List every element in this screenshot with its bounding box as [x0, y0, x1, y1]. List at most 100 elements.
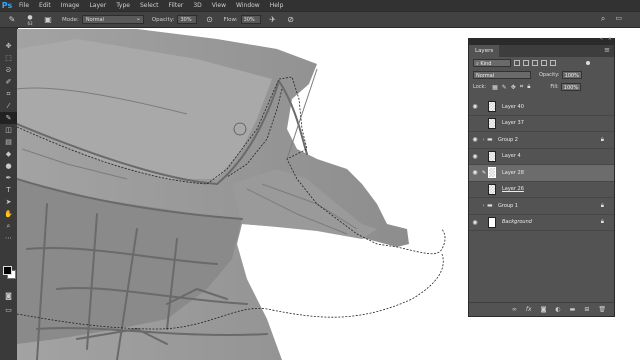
- filter-toggle-icon[interactable]: [586, 61, 590, 65]
- type-tool-icon[interactable]: T: [0, 184, 17, 196]
- lock-image-icon[interactable]: ✎: [502, 84, 507, 91]
- zoom-tool-icon[interactable]: ⌕: [0, 220, 17, 232]
- dodge-tool-icon[interactable]: ●: [0, 160, 17, 172]
- lock-transparent-icon[interactable]: ▦: [492, 84, 498, 91]
- link-layers-icon[interactable]: ∞: [512, 306, 517, 313]
- expand-chevron-icon[interactable]: ›: [480, 137, 487, 143]
- delete-layer-icon[interactable]: 🗑︎: [598, 306, 606, 313]
- mode-select[interactable]: Normal: [81, 14, 144, 24]
- brush-tool-icon[interactable]: ✎: [0, 112, 17, 124]
- filter-type-icon[interactable]: [532, 60, 538, 66]
- workspace-icon[interactable]: ▭: [615, 14, 622, 24]
- new-layer-icon[interactable]: ⊞: [584, 306, 589, 313]
- lock-fill-row: Lock: ▦ ✎ ✥ ⌗ 🔒︎ Fill: 100%: [469, 81, 614, 93]
- folder-icon: ▬: [487, 136, 493, 144]
- quick-selection-tool-icon[interactable]: ✐: [0, 76, 17, 88]
- move-tool-icon[interactable]: ✥: [0, 40, 17, 52]
- eraser-tool-icon[interactable]: ◫: [0, 124, 17, 136]
- visibility-eye-icon[interactable]: ◉: [470, 136, 480, 143]
- gradient-tool-icon[interactable]: ▤: [0, 136, 17, 148]
- layer-thumbnail: [488, 183, 496, 195]
- tab-layers[interactable]: Layers: [469, 45, 500, 57]
- visibility-eye-icon[interactable]: ◉: [470, 103, 480, 110]
- menu-3d[interactable]: 3D: [188, 0, 206, 11]
- pressure-size-icon[interactable]: ⊘: [285, 14, 297, 26]
- flow-field[interactable]: 30%: [240, 15, 261, 24]
- layer-name: Layer 40: [502, 103, 524, 110]
- visibility-eye-icon[interactable]: ◉: [470, 169, 480, 176]
- screen-mode-icon[interactable]: ▭: [0, 304, 17, 316]
- flow-label: Flow:: [223, 16, 238, 23]
- group-row[interactable]: › ▬ Group 1 🔒︎: [469, 198, 614, 215]
- pressure-opacity-icon[interactable]: ⊙: [203, 14, 215, 26]
- adjustment-layer-icon[interactable]: ◐: [555, 306, 560, 313]
- background-layer-row[interactable]: ◉ Background 🔒︎: [469, 215, 614, 231]
- path-selection-tool-icon[interactable]: ➤: [0, 196, 17, 208]
- new-group-icon[interactable]: ▬: [570, 306, 576, 313]
- lock-artboard-icon[interactable]: ⌗: [520, 83, 523, 91]
- filter-kind-value: Kind: [480, 61, 492, 67]
- brush-dot-icon: ●: [27, 13, 33, 21]
- expand-chevron-icon[interactable]: ›: [480, 203, 487, 209]
- layer-row[interactable]: Layer 26: [469, 182, 614, 198]
- lock-all-icon[interactable]: 🔒︎: [527, 83, 530, 91]
- filter-pixel-icon[interactable]: [514, 60, 520, 66]
- group-row[interactable]: ◉ › ▬ Group 2 🔒︎: [469, 132, 614, 149]
- lock-label: Lock:: [473, 84, 487, 90]
- menu-type[interactable]: Type: [111, 0, 135, 11]
- filter-kind-select[interactable]: ⌕ Kind: [473, 59, 511, 67]
- crop-tool-icon[interactable]: ⌗: [0, 88, 17, 100]
- opacity-label: Opacity:: [151, 16, 175, 23]
- filter-adjustment-icon[interactable]: [523, 60, 529, 66]
- visibility-eye-icon[interactable]: ◉: [470, 219, 480, 226]
- menu-filter[interactable]: Filter: [164, 0, 189, 11]
- menu-file[interactable]: File: [14, 0, 34, 11]
- lasso-tool-icon[interactable]: ᘐ: [0, 64, 17, 76]
- blend-mode-select[interactable]: Normal: [473, 71, 531, 79]
- more-tools-icon[interactable]: ⋯: [0, 232, 17, 244]
- search-icon[interactable]: ⌕: [601, 14, 605, 24]
- menu-select[interactable]: Select: [135, 0, 164, 11]
- hand-tool-icon[interactable]: ✋: [0, 208, 17, 220]
- add-mask-icon[interactable]: ◙: [541, 306, 547, 313]
- layer-style-icon[interactable]: fx: [526, 306, 532, 313]
- brush-tool-icon[interactable]: ✎: [6, 14, 18, 26]
- layer-list: ◉ Layer 40 Layer 37 ◉ › ▬ Group 2 🔒︎ ◉ L…: [469, 99, 614, 231]
- airbrush-icon[interactable]: ✈: [267, 14, 279, 26]
- filter-shape-icon[interactable]: [541, 60, 547, 66]
- quick-mask-icon[interactable]: ◙: [0, 290, 17, 302]
- menu-help[interactable]: Help: [265, 0, 289, 11]
- mode-label: Mode:: [62, 16, 79, 23]
- menu-image[interactable]: Image: [56, 0, 85, 11]
- photoshop-logo: Ps: [1, 1, 13, 10]
- layer-opacity-field[interactable]: 100%: [561, 71, 582, 79]
- brush-preset-picker[interactable]: ● 63: [24, 14, 36, 26]
- marquee-tool-icon[interactable]: ⬚: [0, 52, 17, 64]
- eyedropper-tool-icon[interactable]: ⁄: [0, 100, 17, 112]
- visibility-eye-icon[interactable]: ◉: [470, 153, 480, 160]
- menu-layer[interactable]: Layer: [84, 0, 111, 11]
- layer-row[interactable]: ◉ Layer 40: [469, 99, 614, 116]
- collapse-panels-icon[interactable]: «: [600, 36, 603, 42]
- group-name: Group 1: [498, 202, 518, 209]
- blur-tool-icon[interactable]: ◆: [0, 148, 17, 160]
- lock-position-icon[interactable]: ✥: [511, 84, 516, 91]
- layer-thumbnail: [488, 101, 496, 113]
- layer-name: Layer 4: [502, 153, 521, 160]
- fill-field[interactable]: 100%: [560, 83, 581, 91]
- menu-edit[interactable]: Edit: [34, 0, 56, 11]
- menu-window[interactable]: Window: [231, 0, 265, 11]
- lock-icon: 🔒︎: [600, 135, 604, 143]
- layer-row[interactable]: ◉ Layer 4: [469, 149, 614, 165]
- menu-view[interactable]: View: [207, 0, 231, 11]
- pen-tool-icon[interactable]: ✒: [0, 172, 17, 184]
- opacity-field[interactable]: 30%: [177, 15, 198, 24]
- close-panel-icon[interactable]: ✕: [608, 36, 612, 42]
- foreground-color-swatch[interactable]: [3, 266, 12, 275]
- menu-bar: Ps File Edit Image Layer Type Select Fil…: [0, 0, 640, 11]
- layer-row[interactable]: Layer 37: [469, 116, 614, 132]
- filter-smart-object-icon[interactable]: [550, 60, 556, 66]
- layer-row-selected[interactable]: ◉ ✎ Layer 28: [469, 165, 614, 182]
- panel-menu-icon[interactable]: ≡: [604, 46, 610, 54]
- brush-panel-toggle-icon[interactable]: ▣: [42, 14, 54, 26]
